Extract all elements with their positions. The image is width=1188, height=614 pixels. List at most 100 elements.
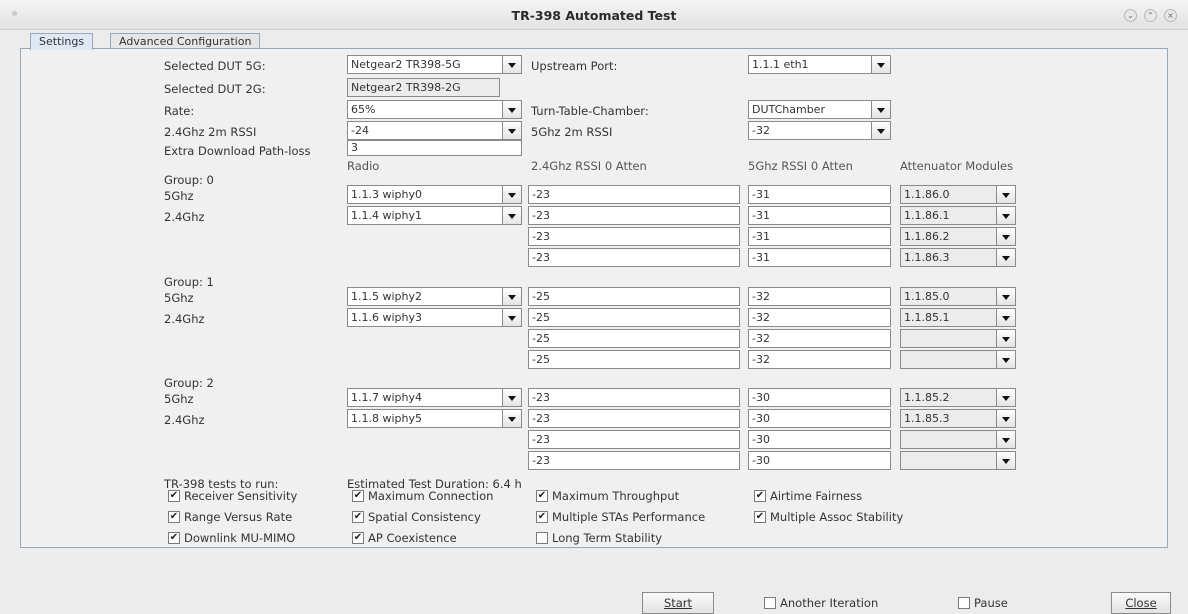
group-1-radio-5ghz-select[interactable]: 1.1.5 wiphy2 (347, 287, 522, 306)
checkmark-icon[interactable]: ✔ (168, 532, 180, 544)
group-0-attenuator-select-0[interactable]: 1.1.86.0 (900, 185, 1016, 204)
group-0-rssi5-input-2[interactable]: -31 (748, 227, 891, 246)
minimize-icon[interactable]: ⌄ (1124, 9, 1137, 22)
group-0-attenuator-select-2[interactable]: 1.1.86.2 (900, 227, 1016, 246)
rssi-5-2m-select[interactable]: -32 (748, 121, 891, 140)
tab-settings[interactable]: Settings (30, 33, 94, 50)
chevron-down-icon[interactable] (996, 248, 1016, 267)
group-2-attenuator-select-0[interactable]: 1.1.85.2 (900, 388, 1016, 407)
chevron-down-icon[interactable] (996, 430, 1016, 449)
group-1-rssi5-input-3[interactable]: -32 (748, 350, 891, 369)
group-1-attenuator-select-3[interactable] (900, 350, 1016, 369)
checkmark-icon[interactable]: ✔ (754, 511, 766, 523)
checkmark-icon[interactable]: ✔ (352, 511, 364, 523)
checkmark-icon[interactable]: ✔ (352, 490, 364, 502)
close-button[interactable]: Close (1111, 592, 1171, 614)
group-0-rssi5-input-0[interactable]: -31 (748, 185, 891, 204)
group-2-attenuator-select-2[interactable] (900, 430, 1016, 449)
chevron-down-icon[interactable] (996, 451, 1016, 470)
group-2-rssi5-input-0[interactable]: -30 (748, 388, 891, 407)
chevron-down-icon[interactable] (502, 388, 522, 407)
test-checkbox-label: Receiver Sensitivity (184, 489, 298, 503)
group-1-attenuator-select-0[interactable]: 1.1.85.0 (900, 287, 1016, 306)
maximize-icon[interactable]: ⌃ (1144, 9, 1157, 22)
group-2-attenuator-select-1[interactable]: 1.1.85.3 (900, 409, 1016, 428)
group-2-rssi24-input-3[interactable]: -23 (528, 451, 740, 470)
group-0-radio-24ghz-select[interactable]: 1.1.4 wiphy1 (347, 206, 522, 225)
chevron-down-icon[interactable] (996, 308, 1016, 327)
group-0-attenuator-select-3-value: 1.1.86.3 (904, 251, 950, 264)
chevron-down-icon[interactable] (996, 329, 1016, 348)
chevron-down-icon[interactable] (502, 287, 522, 306)
chevron-down-icon[interactable] (502, 308, 522, 327)
checkmark-icon[interactable]: ✔ (352, 532, 364, 544)
chevron-down-icon[interactable] (996, 350, 1016, 369)
close-window-icon[interactable]: × (1164, 9, 1177, 22)
group-1-rssi5-input-0[interactable]: -32 (748, 287, 891, 306)
chevron-down-icon[interactable] (502, 100, 522, 119)
checkmark-icon[interactable]: ✔ (168, 511, 180, 523)
turn-table-select[interactable]: DUTChamber (748, 100, 891, 119)
group-0-radio-24ghz-select-value: 1.1.4 wiphy1 (351, 209, 423, 222)
group-1-rssi24-input-2[interactable]: -25 (528, 329, 740, 348)
checkmark-icon[interactable]: ✔ (536, 490, 548, 502)
chevron-down-icon[interactable] (502, 55, 522, 74)
group-1-rssi5-input-1[interactable]: -32 (748, 308, 891, 327)
group-1-rssi24-input-3[interactable]: -25 (528, 350, 740, 369)
checkbox-empty-icon[interactable] (536, 532, 548, 544)
chevron-down-icon[interactable] (996, 409, 1016, 428)
chevron-down-icon[interactable] (502, 121, 522, 140)
start-button[interactable]: Start (642, 592, 714, 614)
group-2-rssi24-input-1[interactable]: -23 (528, 409, 740, 428)
checkmark-icon[interactable]: ✔ (754, 490, 766, 502)
group-0-rssi5-input-1[interactable]: -31 (748, 206, 891, 225)
group-2-attenuator-select-3[interactable] (900, 451, 1016, 470)
rssi-24-2m-select[interactable]: -24 (347, 121, 522, 140)
group-0-attenuator-select-1[interactable]: 1.1.86.1 (900, 206, 1016, 225)
dut-2g-select[interactable]: Netgear2 TR398-2G (347, 78, 500, 97)
chevron-down-icon[interactable] (996, 227, 1016, 246)
group-0-radio-5ghz-select[interactable]: 1.1.3 wiphy0 (347, 185, 522, 204)
group-2-rssi24-input-2[interactable]: -23 (528, 430, 740, 449)
chevron-down-icon[interactable] (502, 185, 522, 204)
chevron-down-icon[interactable] (871, 121, 891, 140)
tab-advanced-configuration[interactable]: Advanced Configuration (110, 33, 261, 49)
group-0-rssi24-input-3[interactable]: -23 (528, 248, 740, 267)
pause-box[interactable] (958, 597, 970, 609)
rate-select[interactable]: 65% (347, 100, 522, 119)
extra-path-loss-input[interactable]: 3 (347, 140, 522, 156)
group-2-rssi5-input-2[interactable]: -30 (748, 430, 891, 449)
chevron-down-icon[interactable] (996, 185, 1016, 204)
group-1-attenuator-select-1[interactable]: 1.1.85.1 (900, 308, 1016, 327)
group-2-radio-24ghz-select[interactable]: 1.1.8 wiphy5 (347, 409, 522, 428)
chevron-down-icon[interactable] (871, 100, 891, 119)
group-0-rssi5-input-3[interactable]: -31 (748, 248, 891, 267)
column-radio: Radio (347, 159, 380, 173)
chevron-down-icon[interactable] (996, 388, 1016, 407)
another-iteration-box[interactable] (764, 597, 776, 609)
chevron-down-icon[interactable] (502, 206, 522, 225)
group-0-attenuator-select-3[interactable]: 1.1.86.3 (900, 248, 1016, 267)
chevron-down-icon[interactable] (996, 206, 1016, 225)
group-0-rssi24-input-1[interactable]: -23 (528, 206, 740, 225)
chevron-down-icon[interactable] (871, 55, 891, 74)
group-2-rssi5-input-1[interactable]: -30 (748, 409, 891, 428)
dut-5g-label: Selected DUT 5G: (164, 59, 266, 73)
group-2-radio-5ghz-select[interactable]: 1.1.7 wiphy4 (347, 388, 522, 407)
chevron-down-icon[interactable] (996, 287, 1016, 306)
group-2-rssi5-input-3[interactable]: -30 (748, 451, 891, 470)
extra-path-loss-label: Extra Download Path-loss (164, 144, 311, 158)
checkmark-icon[interactable]: ✔ (168, 490, 180, 502)
group-1-attenuator-select-2[interactable] (900, 329, 1016, 348)
group-1-radio-24ghz-select[interactable]: 1.1.6 wiphy3 (347, 308, 522, 327)
chevron-down-icon[interactable] (502, 409, 522, 428)
group-1-rssi24-input-1[interactable]: -25 (528, 308, 740, 327)
group-0-rssi24-input-2[interactable]: -23 (528, 227, 740, 246)
group-0-rssi24-input-0[interactable]: -23 (528, 185, 740, 204)
upstream-port-select[interactable]: 1.1.1 eth1 (748, 55, 891, 74)
dut-5g-select[interactable]: Netgear2 TR398-5G (347, 55, 522, 74)
group-2-rssi24-input-0[interactable]: -23 (528, 388, 740, 407)
group-1-rssi24-input-0[interactable]: -25 (528, 287, 740, 306)
group-1-rssi5-input-2[interactable]: -32 (748, 329, 891, 348)
checkmark-icon[interactable]: ✔ (536, 511, 548, 523)
